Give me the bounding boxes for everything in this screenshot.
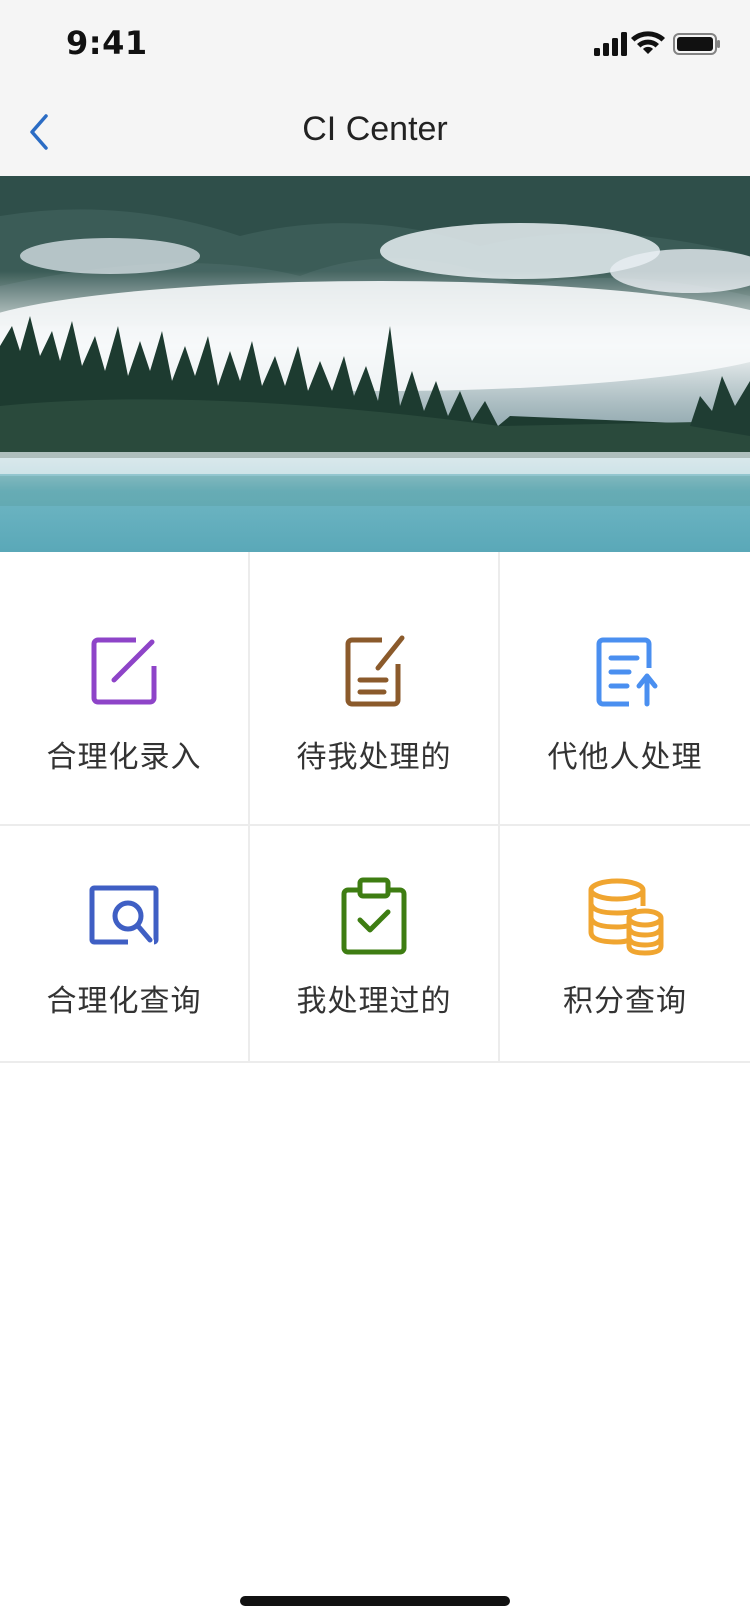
status-bar: 9:41	[0, 0, 750, 88]
document-edit-icon	[345, 635, 405, 707]
menu-item-pending-mine[interactable]: 待我处理的	[250, 552, 500, 826]
home-indicator	[240, 1596, 510, 1606]
menu-label: 合理化录入	[46, 740, 202, 775]
menu-item-ci-entry[interactable]: 合理化录入	[0, 552, 250, 826]
menu-item-proxy-process[interactable]: 代他人处理	[500, 552, 750, 826]
battery-icon	[673, 33, 720, 55]
banner-image	[0, 176, 750, 552]
clipboard-check-icon	[341, 877, 407, 955]
search-screen-icon	[89, 885, 159, 945]
document-upload-icon	[596, 637, 658, 707]
menu-label: 代他人处理	[547, 740, 703, 775]
navigation-bar: CI Center	[0, 88, 750, 176]
menu-item-processed-by-me[interactable]: 我处理过的	[250, 826, 500, 1063]
status-icons	[594, 30, 722, 60]
menu-label: 合理化查询	[46, 984, 202, 1019]
menu-label: 待我处理的	[296, 740, 452, 775]
menu-item-points-query[interactable]: 积分查询	[500, 826, 750, 1063]
page-title: CI Center	[302, 110, 448, 148]
wifi-icon	[631, 31, 665, 54]
menu-label: 我处理过的	[296, 984, 452, 1019]
signal-icon	[594, 32, 627, 56]
menu-grid: 合理化录入 待我处理的 代他人处理 合理化查询 我处理过的 积分查询	[0, 552, 750, 1063]
coins-icon	[588, 878, 664, 956]
edit-square-icon	[91, 637, 157, 705]
status-time: 9:41	[66, 24, 148, 62]
menu-label: 积分查询	[563, 984, 687, 1019]
menu-item-ci-query[interactable]: 合理化查询	[0, 826, 250, 1063]
